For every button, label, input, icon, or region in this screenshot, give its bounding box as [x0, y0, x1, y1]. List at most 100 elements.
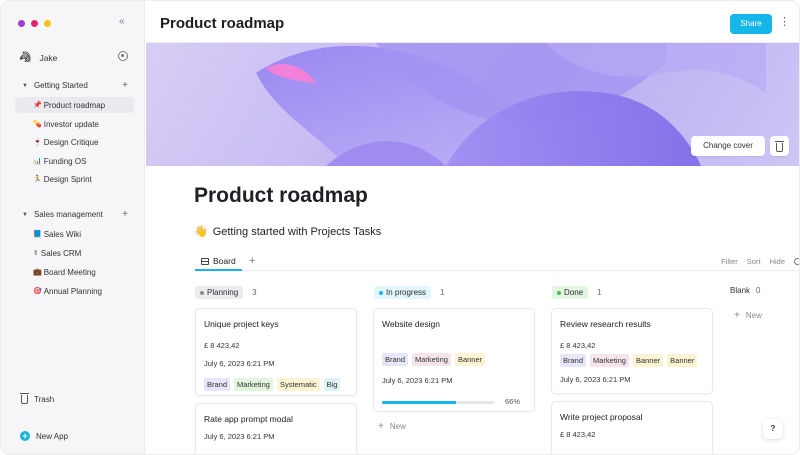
- chart-icon: 📊: [33, 158, 42, 165]
- add-page-icon[interactable]: +: [122, 209, 128, 220]
- user-avatar-icon: 🦓: [19, 52, 32, 63]
- sidebar-item-board-meeting[interactable]: 💼 Board Meeting: [15, 264, 134, 280]
- kanban-card[interactable]: Website design Brand Marketing Banner Ju…: [373, 308, 535, 412]
- board-icon: [201, 257, 209, 265]
- more-options-icon[interactable]: ⋮: [779, 15, 790, 28]
- cover-image: Change cover: [146, 43, 799, 166]
- section-sales-management[interactable]: ▼ Sales management +: [22, 209, 132, 220]
- sidebar-item-product-roadmap[interactable]: 📌 Product roadmap: [15, 97, 134, 113]
- sidebar-item-label: Funding OS: [43, 156, 87, 166]
- user-menu[interactable]: 🦓 Jake: [19, 52, 57, 63]
- tab-label: Board: [213, 256, 236, 266]
- tag: Brand: [204, 378, 231, 391]
- tag: Brand: [382, 353, 409, 366]
- tag: Banner: [632, 354, 664, 367]
- card-tags: Brand Marketing Systematic Big: [204, 378, 341, 391]
- change-cover-button[interactable]: Change cover: [691, 136, 765, 156]
- runner-icon: 🏃: [33, 176, 42, 183]
- wine-icon: 🍷: [33, 139, 42, 146]
- filter-button[interactable]: Filter: [721, 257, 738, 266]
- kanban-card[interactable]: Write project proposal £ 8 423,42: [551, 401, 713, 454]
- add-card-button[interactable]: + New: [734, 310, 762, 321]
- trash-icon: [775, 141, 784, 152]
- status-badge[interactable]: In progress: [374, 286, 432, 299]
- card-amount: £ 8 423,42: [560, 430, 596, 439]
- new-app-label: New App: [36, 431, 69, 441]
- card-date: July 6, 2023 6:21 PM: [204, 359, 275, 368]
- plus-circle-icon: +: [20, 431, 30, 441]
- close-window-dot[interactable]: [18, 20, 25, 27]
- status-badge[interactable]: Planning: [195, 286, 244, 299]
- header-title: Product roadmap: [160, 15, 285, 32]
- share-button[interactable]: Share: [730, 14, 772, 34]
- add-card-button[interactable]: + New: [378, 421, 406, 432]
- briefcase-icon: 💼: [33, 269, 42, 276]
- maximize-window-dot[interactable]: [44, 20, 51, 27]
- sidebar-item-label: Board Meeting: [43, 267, 96, 277]
- section-title: Sales management: [33, 210, 103, 219]
- column-count: 3: [252, 288, 257, 297]
- progress-label: 66%: [504, 397, 520, 406]
- waving-hand-icon: 👋: [194, 226, 208, 238]
- plus-icon: +: [378, 421, 384, 432]
- sidebar-item-label: Product roadmap: [43, 100, 106, 110]
- card-title: Website design: [382, 319, 440, 329]
- sidebar-item-sales-crm[interactable]: ✌ Sales CRM: [15, 245, 134, 261]
- subtitle-text: Getting started with Projects Tasks: [212, 225, 382, 238]
- search-icon[interactable]: [794, 258, 799, 265]
- kanban-card[interactable]: Rate app prompt modal July 6, 2023 6:21 …: [195, 403, 357, 454]
- settings-gear-icon[interactable]: [118, 51, 128, 61]
- section-title: Getting Started: [33, 81, 88, 90]
- sidebar-item-sales-wiki[interactable]: 📘 Sales Wiki: [15, 226, 134, 242]
- card-title: Unique project keys: [204, 319, 279, 329]
- add-card-label: New: [745, 311, 762, 320]
- collapse-sidebar-icon[interactable]: «: [119, 16, 125, 27]
- sidebar-item-design-sprint[interactable]: 🏃 Design Sprint: [15, 171, 134, 187]
- column-header-blank: Blank 0: [730, 286, 760, 295]
- sidebar-item-investor-update[interactable]: 💊 Investor update: [15, 116, 134, 132]
- card-title: Review research results: [560, 319, 651, 329]
- column-count: 1: [597, 288, 602, 297]
- app-window: « 🦓 Jake ▼ Getting Started + 📌 Product r…: [0, 0, 800, 455]
- book-icon: 📘: [33, 231, 42, 238]
- status-label: In progress: [386, 288, 427, 297]
- new-app-button[interactable]: + New App: [20, 431, 68, 441]
- kanban-card[interactable]: Unique project keys £ 8 423,42 July 6, 2…: [195, 308, 357, 396]
- minimize-window-dot[interactable]: [31, 20, 38, 27]
- trash-link[interactable]: Trash: [20, 393, 55, 404]
- sidebar-item-label: Sales CRM: [40, 248, 82, 258]
- sidebar: « 🦓 Jake ▼ Getting Started + 📌 Product r…: [1, 1, 145, 454]
- board-tools: Filter Sort Hide: [721, 257, 799, 266]
- section-getting-started[interactable]: ▼ Getting Started +: [22, 80, 132, 91]
- victory-hand-icon: ✌: [33, 250, 39, 257]
- trash-label: Trash: [34, 395, 55, 404]
- card-title: Rate app prompt modal: [204, 414, 293, 424]
- sidebar-item-design-critique[interactable]: 🍷 Design Critique: [15, 134, 134, 150]
- add-page-icon[interactable]: +: [122, 80, 128, 91]
- card-date: July 6, 2023 6:21 PM: [204, 432, 275, 441]
- tag: Marketing: [590, 354, 629, 367]
- remove-cover-button[interactable]: [770, 136, 789, 156]
- progress-bar: [382, 401, 494, 404]
- help-button[interactable]: ?: [763, 419, 783, 439]
- kanban-card[interactable]: Review research results £ 8 423,42 Brand…: [551, 308, 713, 394]
- page-header: Product roadmap Share ⋮: [146, 1, 799, 43]
- column-header-in-progress: In progress 1: [374, 286, 444, 299]
- add-view-button[interactable]: +: [249, 255, 255, 267]
- view-tabs: Board + Filter Sort Hide: [195, 253, 799, 271]
- status-badge[interactable]: Done: [552, 286, 589, 299]
- card-date: July 6, 2023 6:21 PM: [560, 375, 631, 384]
- user-name: Jake: [39, 52, 58, 63]
- plus-icon: +: [734, 310, 740, 321]
- sidebar-item-annual-planning[interactable]: 🎯 Annual Planning: [15, 283, 134, 299]
- page-subtitle: 👋 Getting started with Projects Tasks: [194, 225, 382, 239]
- tag: Systematic: [276, 378, 320, 391]
- hide-button[interactable]: Hide: [770, 257, 785, 266]
- tag: Banner: [667, 354, 698, 367]
- sort-button[interactable]: Sort: [747, 257, 761, 266]
- sidebar-item-funding-os[interactable]: 📊 Funding OS: [15, 153, 134, 169]
- tab-board[interactable]: Board: [195, 253, 242, 271]
- status-label: Done: [564, 288, 584, 297]
- tag: Marketing: [412, 353, 451, 366]
- status-label: Blank: [730, 286, 751, 295]
